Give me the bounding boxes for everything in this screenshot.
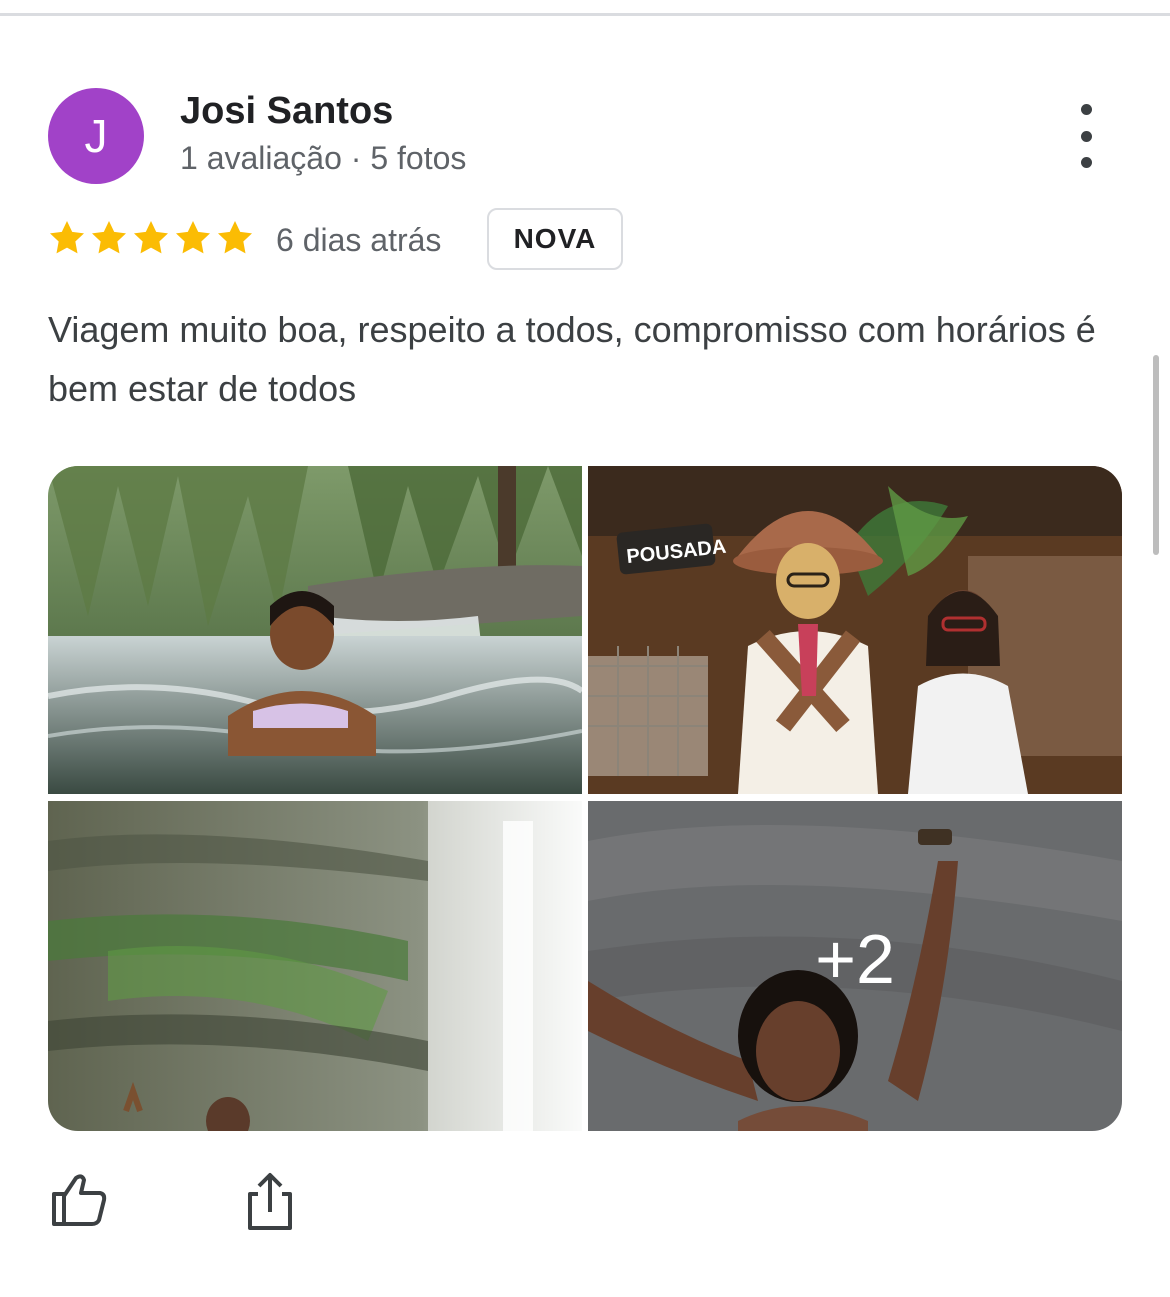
avatar-initial: J: [84, 110, 108, 162]
more-dot-icon: [1080, 130, 1092, 142]
reviewer-meta: 1 avaliação · 5 fotos: [180, 140, 467, 176]
more-options-button[interactable]: [1062, 104, 1110, 168]
more-dot-icon: [1080, 104, 1092, 115]
share-icon[interactable]: [244, 1172, 296, 1232]
pousada-statue-photo[interactable]: POUSADA: [588, 466, 1122, 794]
arms-raised-photo[interactable]: +2: [588, 801, 1122, 1131]
star-icon: [92, 221, 126, 254]
avatar[interactable]: J: [48, 88, 144, 184]
more-dot-icon: [1080, 157, 1092, 168]
photo-grid: POUSADA +2: [48, 466, 1122, 1131]
thumb-up-icon[interactable]: [50, 1172, 108, 1228]
new-badge: NOVA: [487, 208, 623, 270]
review-date: 6 dias atrás: [276, 222, 442, 258]
top-divider: [0, 13, 1170, 16]
star-icon: [176, 221, 210, 254]
waterfall-pool-photo[interactable]: [48, 466, 582, 794]
cave-waterfall-photo[interactable]: [48, 801, 582, 1131]
star-icon: [134, 221, 168, 254]
star-icon: [50, 221, 84, 254]
star-rating: [46, 218, 256, 258]
scrollbar[interactable]: [1153, 355, 1159, 555]
star-icon: [218, 221, 252, 254]
reviewer-name[interactable]: Josi Santos: [180, 90, 393, 133]
review-text: Viagem muito boa, respeito a todos, comp…: [48, 309, 1096, 409]
more-photos-count[interactable]: +2: [588, 919, 1122, 999]
